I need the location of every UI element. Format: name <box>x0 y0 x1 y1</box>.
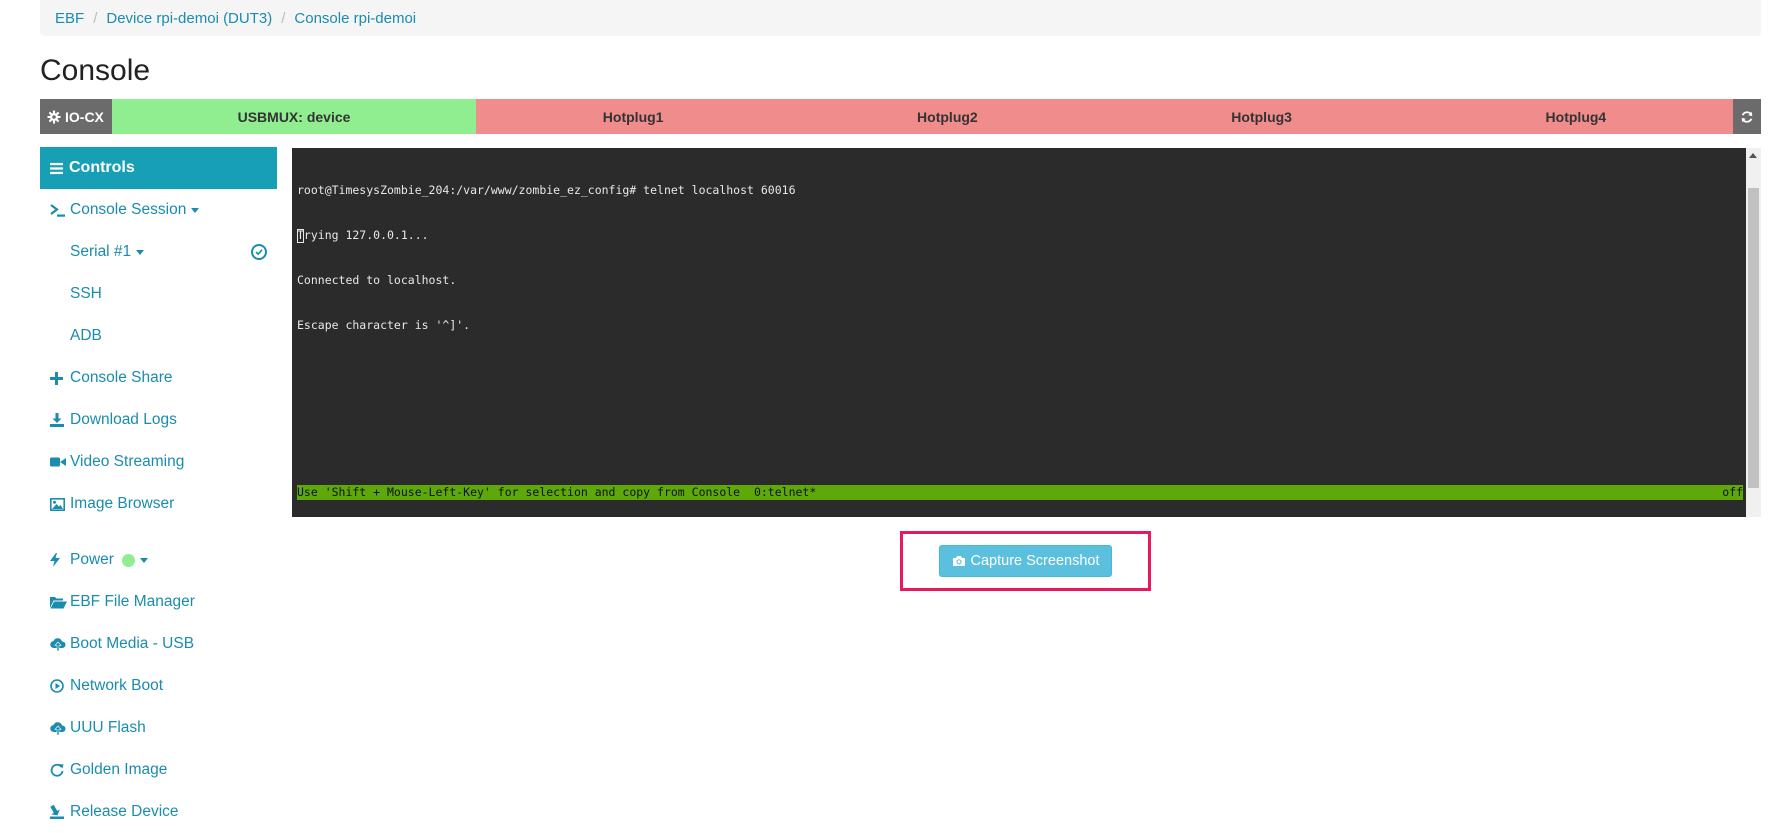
power-dropdown[interactable]: Power <box>40 539 277 581</box>
serial-1-label: Serial #1 <box>70 243 132 260</box>
hotplug4-toggle[interactable]: Hotplug4 <box>1418 99 1733 134</box>
serial-1-dropdown[interactable]: Serial #1 <box>40 231 277 273</box>
page-title: Console <box>40 54 151 87</box>
breadcrumb: EBF / Device rpi-demoi (DUT3) / Console … <box>40 0 1761 36</box>
io-status-bar: IO-CX USBMUX: device Hotplug1 Hotplug2 H… <box>40 99 1761 134</box>
controls-sidebar: Controls Console Session Serial #1 SSH A… <box>40 147 277 833</box>
bolt-icon <box>50 553 60 567</box>
console-share-label: Console Share <box>70 369 173 386</box>
terminal-cursor <box>297 229 304 243</box>
download-logs-item[interactable]: Download Logs <box>40 399 277 441</box>
console-line: Trying 127.0.0.1... <box>297 228 429 242</box>
console-scrollbar[interactable] <box>1746 148 1761 517</box>
hotplug1-toggle[interactable]: Hotplug1 <box>476 99 791 134</box>
download-icon <box>50 413 64 427</box>
console-terminal[interactable]: root@TimesysZombie_204:/var/www/zombie_e… <box>292 148 1761 517</box>
release-device-label: Release Device <box>70 803 179 820</box>
io-cx-label: IO-CX <box>40 99 112 134</box>
console-line: Escape character is '^]'. <box>297 318 471 332</box>
image-icon <box>50 497 65 511</box>
controls-label: Controls <box>69 159 135 176</box>
image-browser-item[interactable]: Image Browser <box>40 483 277 525</box>
image-browser-label: Image Browser <box>70 495 175 512</box>
capture-highlight-box: Capture Screenshot <box>900 531 1151 591</box>
download-logs-label: Download Logs <box>70 411 177 428</box>
scrollbar-thumb[interactable] <box>1748 188 1759 488</box>
power-status-indicator <box>121 553 135 567</box>
release-device-item[interactable]: Release Device <box>40 791 277 833</box>
capture-screenshot-button[interactable]: Capture Screenshot <box>938 545 1113 577</box>
video-streaming-item[interactable]: Video Streaming <box>40 441 277 483</box>
gear-icon <box>47 109 61 124</box>
boot-media-usb-label: Boot Media - USB <box>70 635 195 652</box>
network-boot-label: Network Boot <box>70 677 164 694</box>
menu-icon <box>50 162 63 174</box>
chevron-down-icon <box>191 207 200 213</box>
cloud-upload-icon <box>50 721 66 735</box>
video-camera-icon <box>50 457 66 467</box>
hotplug3-toggle[interactable]: Hotplug3 <box>1104 99 1419 134</box>
adb-item[interactable]: ADB <box>40 315 277 357</box>
rotate-icon <box>50 763 64 777</box>
terminal-icon <box>50 203 65 217</box>
release-icon <box>50 805 64 819</box>
ebf-file-manager-item[interactable]: EBF File Manager <box>40 581 277 623</box>
usbmux-toggle[interactable]: USBMUX: device <box>112 99 476 134</box>
golden-image-label: Golden Image <box>70 761 168 778</box>
console-line: Connected to localhost. <box>297 273 457 287</box>
scroll-up-icon[interactable] <box>1749 153 1757 158</box>
chevron-down-icon <box>139 557 148 563</box>
folder-open-icon <box>50 596 67 608</box>
console-share-item[interactable]: Console Share <box>40 357 277 399</box>
status-left-text: Use 'Shift + Mouse-Left-Key' for selecti… <box>297 485 817 499</box>
play-circle-icon <box>50 679 64 693</box>
uuu-flash-item[interactable]: UUU Flash <box>40 707 277 749</box>
console-line: root@TimesysZombie_204:/var/www/zombie_e… <box>297 183 796 197</box>
breadcrumb-ebf[interactable]: EBF <box>55 10 84 27</box>
controls-header: Controls <box>40 147 277 189</box>
chevron-down-icon <box>136 249 145 255</box>
refresh-button[interactable] <box>1733 99 1761 134</box>
golden-image-item[interactable]: Golden Image <box>40 749 277 791</box>
cloud-upload-icon <box>50 637 66 651</box>
status-right-text: off <box>1722 485 1743 499</box>
console-session-dropdown[interactable]: Console Session <box>40 189 277 231</box>
plus-icon <box>50 371 63 385</box>
breadcrumb-separator: / <box>281 9 286 27</box>
uuu-flash-label: UUU Flash <box>70 719 146 736</box>
camera-icon <box>952 556 965 566</box>
breadcrumb-device[interactable]: Device rpi-demoi (DUT3) <box>106 10 272 27</box>
console-output: root@TimesysZombie_204:/var/www/zombie_e… <box>297 153 796 363</box>
hotplug2-toggle[interactable]: Hotplug2 <box>790 99 1105 134</box>
capture-screenshot-label: Capture Screenshot <box>970 553 1100 569</box>
breadcrumb-separator: / <box>93 9 98 27</box>
console-session-label: Console Session <box>70 201 187 218</box>
tmux-status-line: Use 'Shift + Mouse-Left-Key' for selecti… <box>297 485 1743 500</box>
network-boot-item[interactable]: Network Boot <box>40 665 277 707</box>
io-cx-text: IO-CX <box>65 108 104 125</box>
refresh-icon <box>1741 110 1753 123</box>
boot-media-usb-item[interactable]: Boot Media - USB <box>40 623 277 665</box>
video-streaming-label: Video Streaming <box>70 453 185 470</box>
ssh-item[interactable]: SSH <box>40 273 277 315</box>
breadcrumb-console[interactable]: Console rpi-demoi <box>294 10 416 27</box>
ebf-file-manager-label: EBF File Manager <box>70 593 195 610</box>
power-label: Power <box>70 551 114 568</box>
check-circle-icon <box>251 244 267 260</box>
